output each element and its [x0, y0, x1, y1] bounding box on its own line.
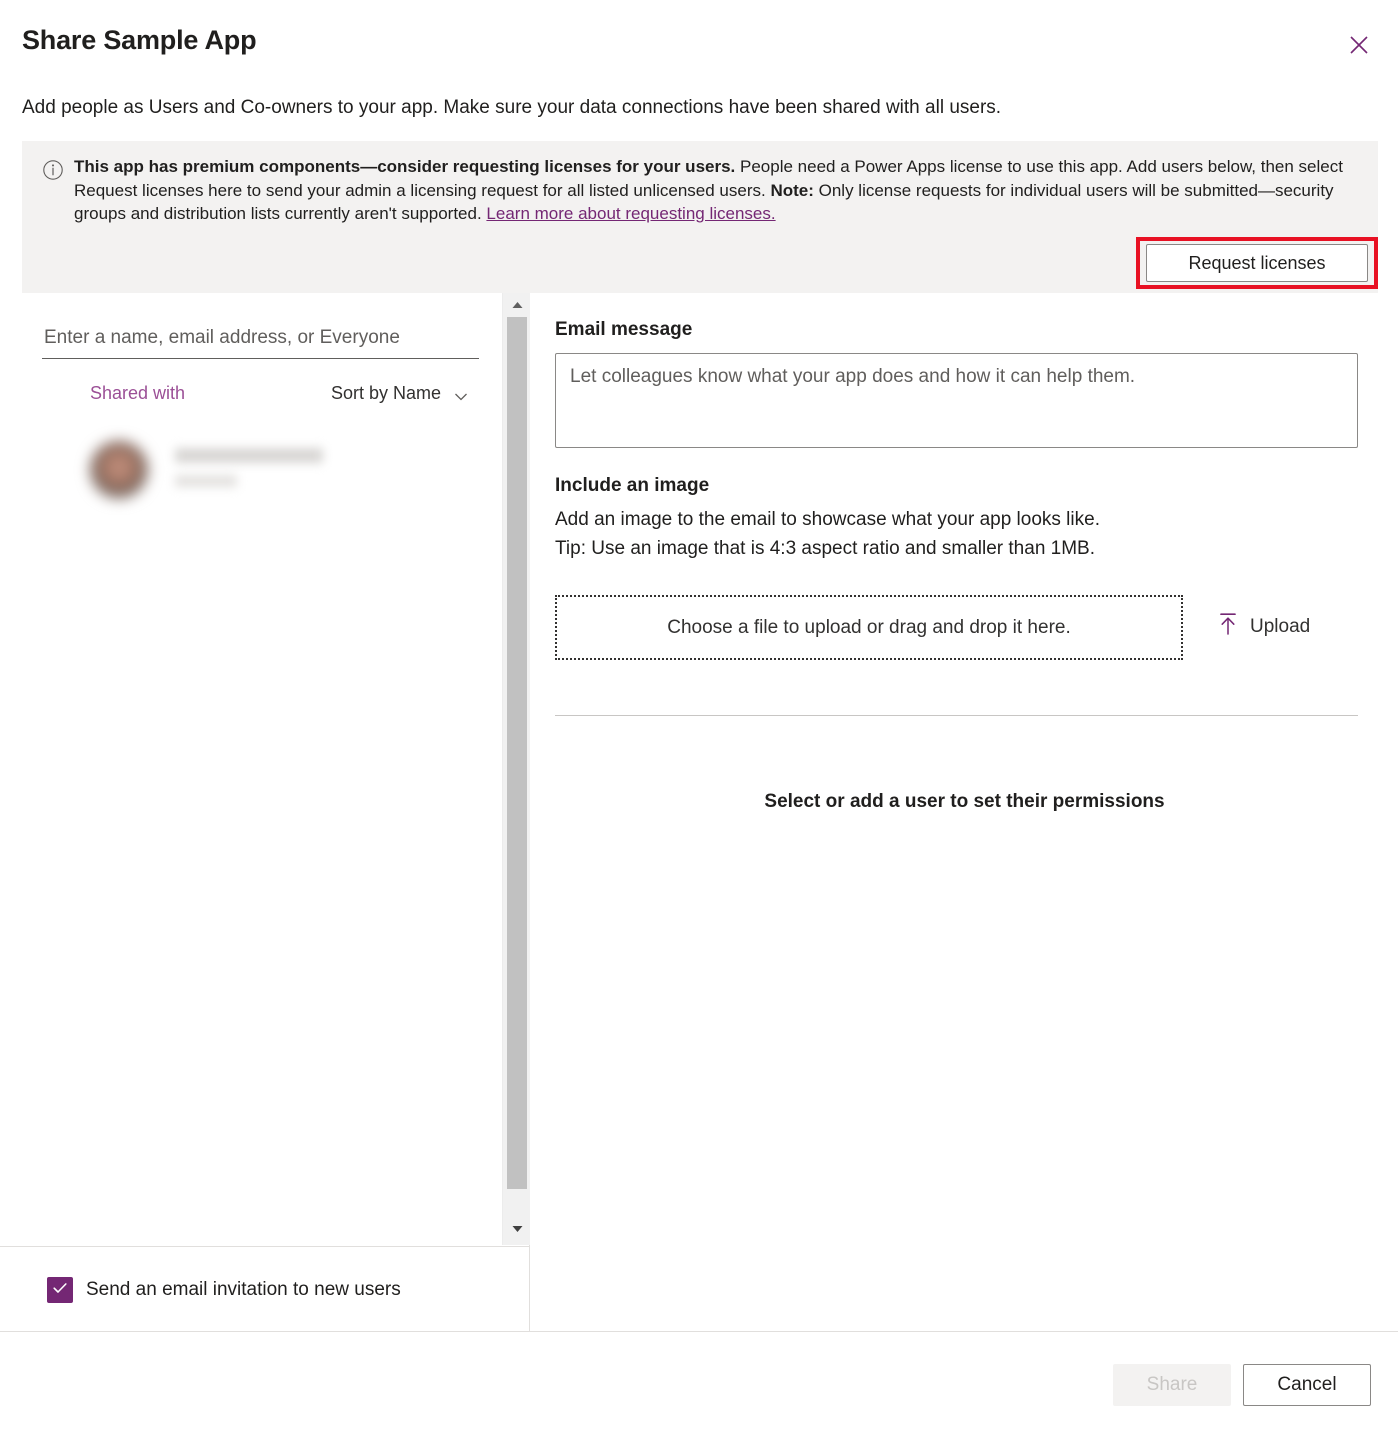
scrollbar-thumb[interactable] [507, 317, 527, 1189]
permissions-placeholder-message: Select or add a user to set their permis… [764, 791, 1165, 812]
email-invitation-area: Send an email invitation to new users [0, 1246, 529, 1331]
dialog-subtitle: Add people as Users and Co-owners to you… [22, 97, 1002, 118]
close-icon [1349, 35, 1369, 55]
people-search-input[interactable] [42, 323, 479, 359]
banner-note-label: Note: [770, 180, 814, 200]
chevron-down-icon[interactable] [453, 389, 469, 405]
people-pane: Shared with Sort by Name [0, 293, 530, 1331]
upload-label: Upload [1250, 615, 1311, 637]
include-image-description: Add an image to the email to showcase wh… [555, 509, 1100, 530]
list-item[interactable] [90, 438, 420, 508]
include-image-label: Include an image [555, 475, 710, 496]
close-button[interactable] [1342, 28, 1376, 62]
banner-bold-lead: This app has premium components—consider… [74, 157, 736, 176]
premium-license-banner: This app has premium components—consider… [22, 141, 1378, 293]
user-role-redacted [175, 475, 237, 487]
upload-button[interactable]: Upload [1217, 611, 1310, 642]
people-list-scrollbar[interactable] [502, 293, 530, 1245]
avatar [90, 441, 148, 499]
shared-with-tab[interactable]: Shared with [90, 383, 185, 404]
banner-text: This app has premium components—consider… [74, 155, 1356, 226]
email-message-input[interactable] [555, 353, 1358, 448]
user-name-redacted [175, 448, 323, 463]
email-message-label: Email message [555, 319, 693, 340]
cancel-button[interactable]: Cancel [1243, 1364, 1371, 1406]
include-image-tip: Tip: Use an image that is 4:3 aspect rat… [555, 538, 1096, 559]
upload-arrow-icon [1217, 611, 1239, 642]
share-button[interactable]: Share [1113, 1364, 1231, 1406]
learn-more-link[interactable]: Learn more about requesting licenses. [486, 204, 775, 223]
file-dropzone-label: Choose a file to upload or drag and drop… [667, 616, 1071, 638]
sort-by-button[interactable]: Sort by Name [331, 383, 441, 404]
file-dropzone[interactable]: Choose a file to upload or drag and drop… [555, 595, 1183, 660]
dialog-footer: Share Cancel [0, 1331, 1398, 1432]
send-email-invitation-label[interactable]: Send an email invitation to new users [86, 1277, 401, 1303]
check-icon [51, 1279, 69, 1302]
shared-with-header: Shared with Sort by Name [42, 383, 479, 409]
send-email-invitation-checkbox[interactable] [47, 1277, 73, 1303]
share-dialog: Share Sample App Add people as Users and… [0, 0, 1398, 1432]
email-settings-pane: Email message Include an image Add an im… [531, 293, 1398, 1331]
dialog-header: Share Sample App [22, 22, 1376, 74]
caret-up-icon[interactable] [503, 295, 531, 315]
info-icon [41, 158, 65, 182]
caret-down-icon[interactable] [503, 1219, 531, 1239]
page-title: Share Sample App [22, 25, 257, 55]
request-licenses-button[interactable]: Request licenses [1146, 244, 1368, 282]
section-divider [555, 715, 1358, 716]
